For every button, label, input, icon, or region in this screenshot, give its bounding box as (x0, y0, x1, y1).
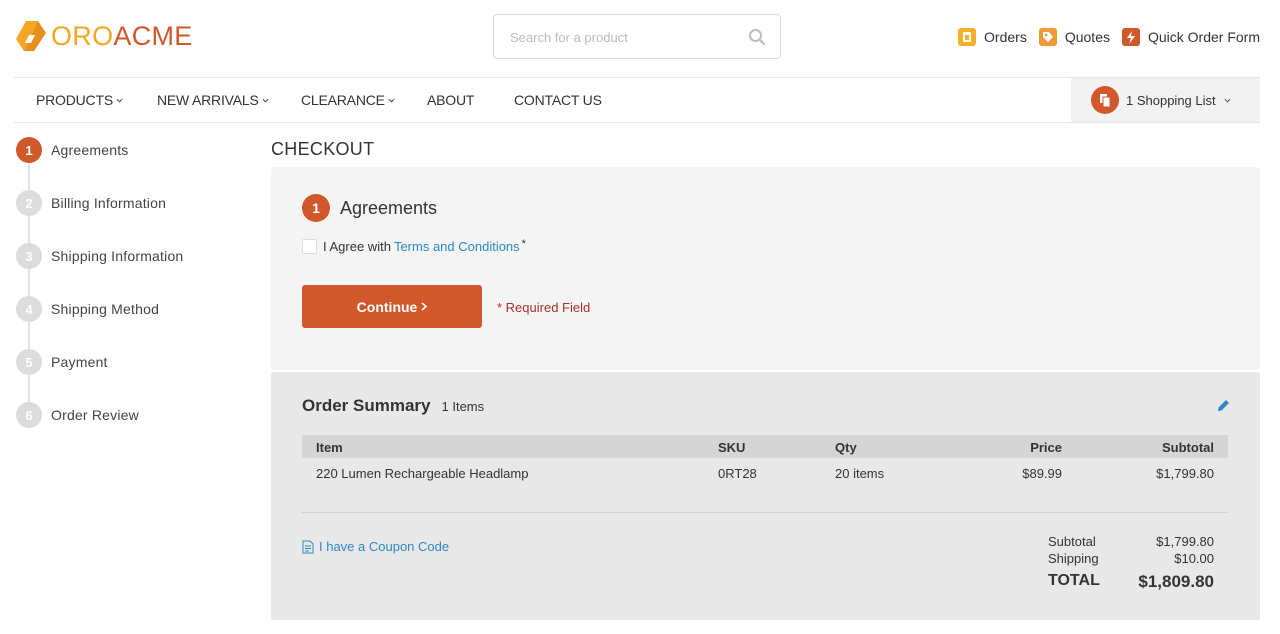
shipping-value: $10.00 (1174, 551, 1214, 566)
order-summary-panel: Order Summary 1 Items Item SKU Qty Price… (271, 372, 1260, 620)
main-nav: PRODUCTS NEW ARRIVALS CLEARANCE ABOUT CO… (14, 77, 1260, 123)
quick-order-icon (1121, 28, 1140, 46)
search-icon[interactable] (748, 28, 766, 46)
quotes-link[interactable]: Quotes (1038, 28, 1110, 46)
chevron-right-icon (421, 302, 428, 311)
chevron-down-icon (262, 98, 269, 103)
step-number: 1 (16, 137, 42, 163)
step-number: 3 (16, 243, 42, 269)
nav-label: PRODUCTS (36, 92, 113, 108)
step-payment[interactable]: 5 Payment (16, 349, 108, 375)
step-number: 4 (16, 296, 42, 322)
agreements-header: 1 Agreements (302, 194, 437, 222)
order-summary-header: Order Summary 1 Items (302, 396, 484, 416)
terms-checkbox[interactable] (302, 239, 317, 254)
logo-icon (16, 21, 46, 51)
step-label: Agreements (51, 142, 129, 158)
quick-order-label: Quick Order Form (1147, 29, 1260, 45)
step-number: 5 (16, 349, 42, 375)
shipping-row: Shipping $10.00 (1048, 551, 1214, 568)
chevron-down-icon (388, 98, 395, 103)
subtotal-row: Subtotal $1,799.80 (1048, 534, 1214, 551)
nav-item-new-arrivals[interactable]: NEW ARRIVALS (157, 92, 269, 108)
nav-item-contact-us[interactable]: CONTACT US (514, 92, 602, 108)
document-icon (302, 540, 314, 553)
subtotal-label: Subtotal (1048, 534, 1096, 549)
table-header: Item SKU Qty Price Subtotal (302, 435, 1228, 458)
nav-item-clearance[interactable]: CLEARANCE (301, 92, 395, 108)
nav-label: ABOUT (427, 92, 475, 108)
step-label: Billing Information (51, 195, 167, 211)
step-billing-information[interactable]: 2 Billing Information (16, 190, 166, 216)
step-order-review[interactable]: 6 Order Review (16, 402, 139, 428)
total-value: $1,809.80 (1138, 572, 1214, 591)
continue-button[interactable]: Continue (302, 285, 482, 328)
order-totals: Subtotal $1,799.80 Shipping $10.00 TOTAL… (1048, 534, 1214, 598)
subtotal-value: $1,799.80 (1156, 534, 1214, 549)
terms-agreement-row: I Agree with Terms and Conditions * (302, 237, 526, 254)
step-label: Payment (51, 354, 108, 370)
page-title: CHECKOUT (271, 139, 375, 159)
step-number: 6 (16, 402, 42, 428)
shopping-list-icon (1091, 86, 1119, 114)
brand-logo[interactable]: OROACME (16, 21, 193, 51)
column-header-sku: SKU (718, 440, 746, 455)
items-count: 1 Items (441, 399, 485, 414)
step-shipping-information[interactable]: 3 Shipping Information (16, 243, 183, 269)
nav-label: CLEARANCE (301, 92, 385, 108)
item-price: $89.99 (1022, 466, 1062, 481)
item-name: 220 Lumen Rechargeable Headlamp (316, 466, 529, 481)
step-agreements[interactable]: 1 Agreements (16, 137, 128, 163)
nav-label: CONTACT US (514, 92, 602, 108)
shopping-list-label: 1 Shopping List (1126, 92, 1216, 108)
quick-order-link[interactable]: Quick Order Form (1121, 28, 1260, 46)
column-header-subtotal: Subtotal (1162, 440, 1214, 455)
item-qty: 20 items (835, 466, 885, 481)
shipping-label: Shipping (1048, 551, 1099, 566)
required-marker: * (521, 237, 526, 250)
agree-prefix-text: I Agree with (323, 239, 391, 254)
step-label: Order Review (51, 407, 139, 423)
search-input[interactable] (510, 27, 730, 47)
coupon-label: I have a Coupon Code (319, 539, 450, 554)
nav-item-about[interactable]: ABOUT (427, 92, 474, 108)
item-subtotal: $1,799.80 (1156, 466, 1214, 481)
step-number: 2 (16, 190, 42, 216)
continue-label: Continue (356, 298, 418, 315)
coupon-code-link[interactable]: I have a Coupon Code (302, 539, 449, 554)
step-label: Shipping Method (51, 301, 160, 317)
header-links: Orders Quotes Quick Order Form (946, 27, 1260, 47)
terms-link[interactable]: Terms and Conditions (394, 239, 520, 254)
order-summary-title: Order Summary (302, 396, 431, 415)
step-shipping-method[interactable]: 4 Shipping Method (16, 296, 159, 322)
agreements-title: Agreements (340, 197, 438, 218)
step-number-badge: 1 (302, 194, 330, 222)
brand-name: OROACME (51, 21, 193, 51)
step-label: Shipping Information (51, 248, 184, 264)
column-header-qty: Qty (835, 440, 857, 455)
nav-label: NEW ARRIVALS (157, 92, 259, 108)
table-row: 220 Lumen Rechargeable Headlamp 0RT28 20… (302, 458, 1228, 488)
quotes-icon (1038, 28, 1057, 46)
item-sku: 0RT28 (718, 466, 757, 481)
shopping-list-button[interactable]: 1 Shopping List (1071, 78, 1260, 122)
search-box (493, 14, 781, 59)
order-items-table: Item SKU Qty Price Subtotal 220 Lumen Re… (302, 435, 1228, 488)
orders-icon (958, 28, 977, 46)
edit-pencil-icon[interactable] (1217, 399, 1230, 412)
chevron-down-icon (1224, 98, 1231, 103)
column-header-price: Price (1030, 440, 1062, 455)
orders-label: Orders (984, 29, 1027, 45)
quotes-label: Quotes (1064, 29, 1110, 45)
chevron-down-icon (116, 98, 123, 103)
site-header: OROACME Orders Quotes Quick Order Form (0, 0, 1280, 77)
summary-divider (302, 512, 1228, 513)
column-header-item: Item (316, 440, 343, 455)
total-label: TOTAL (1048, 572, 1100, 589)
nav-item-products[interactable]: PRODUCTS (36, 92, 123, 108)
required-field-note: * Required Field (497, 300, 591, 315)
agreements-panel: 1 Agreements I Agree with Terms and Cond… (271, 167, 1260, 370)
total-row: TOTAL $1,809.80 (1048, 572, 1214, 598)
orders-link[interactable]: Orders (958, 28, 1027, 46)
